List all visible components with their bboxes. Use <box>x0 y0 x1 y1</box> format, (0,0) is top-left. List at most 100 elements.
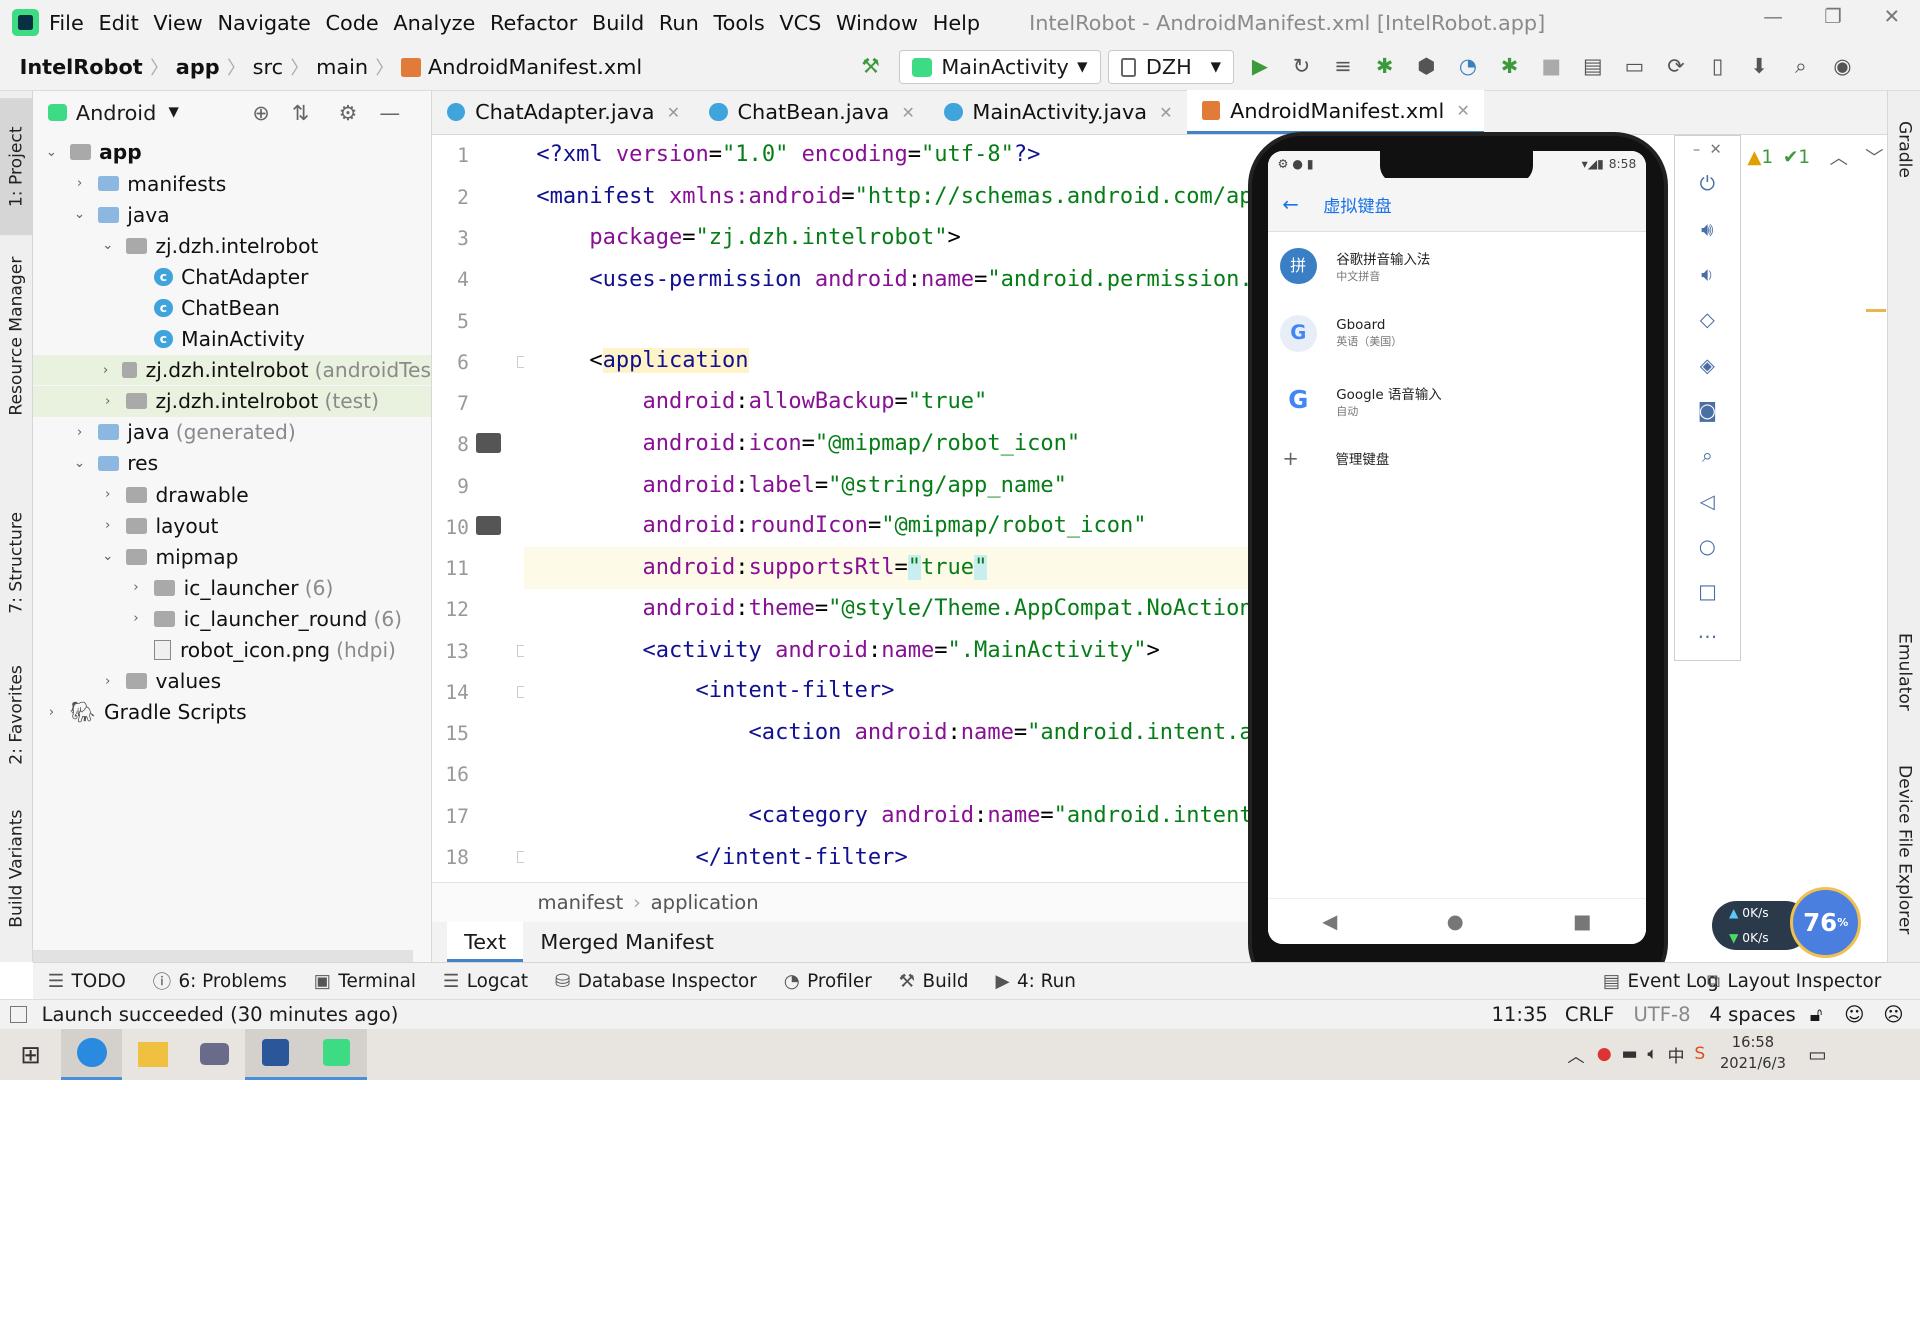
image-gutter-icon[interactable] <box>476 515 501 536</box>
tool-layout-inspector[interactable]: ⧉ Layout Inspector <box>1707 971 1881 992</box>
tray-app-icon[interactable]: ● <box>1597 1044 1612 1064</box>
tray-expand-icon[interactable]: ︿ <box>1567 1042 1584 1067</box>
volume-up-icon[interactable]: 🔊︎ <box>1675 218 1740 241</box>
run-config-select[interactable]: MainActivity ▼ <box>898 50 1101 85</box>
tab-merged-manifest[interactable]: Merged Manifest <box>523 930 731 954</box>
taskbar-app-camera[interactable] <box>184 1029 245 1080</box>
tree-node[interactable]: › ic_launcher_round (6) <box>33 604 431 635</box>
back-arrow-icon[interactable]: ← <box>1282 193 1298 216</box>
manage-keyboards-item[interactable]: + 管理键盘 <box>1268 440 1646 477</box>
nav-recents-icon[interactable]: ■ <box>1573 910 1592 933</box>
tree-node[interactable]: c ChatBean <box>33 293 431 324</box>
project-view-select[interactable]: Android <box>76 101 156 125</box>
smile-icon[interactable]: ☺ <box>1844 1003 1864 1026</box>
menu-help[interactable]: Help <box>933 11 980 35</box>
menu-code[interactable]: Code <box>325 11 378 35</box>
menu-edit[interactable]: Edit <box>98 11 138 35</box>
tab-emulator[interactable]: Emulator <box>1888 617 1920 727</box>
rotate-right-icon[interactable]: ◈ <box>1675 354 1740 377</box>
menu-analyze[interactable]: Analyze <box>393 11 475 35</box>
chevron-down-icon[interactable]: ⌄ <box>71 456 88 471</box>
chevron-down-icon[interactable]: ⌄ <box>99 238 116 253</box>
tool-database-inspector[interactable]: ⛁ Database Inspector <box>555 971 757 992</box>
scroll-marker[interactable] <box>1866 308 1886 313</box>
menu-build[interactable]: Build <box>592 11 644 35</box>
locate-icon[interactable]: ⊕ <box>252 101 269 125</box>
attach-debugger-icon[interactable]: ⬢ <box>1410 51 1442 83</box>
sad-icon[interactable]: ☹ <box>1883 1003 1903 1026</box>
hammer-icon[interactable]: ⚒ <box>855 51 887 83</box>
chevron-right-icon[interactable]: › <box>99 674 116 689</box>
tab-project[interactable]: 1: Project <box>0 97 34 236</box>
tool-profiler[interactable]: ◔ Profiler <box>784 971 872 992</box>
tab-androidmanifest[interactable]: AndroidManifest.xml ✕ <box>1187 90 1485 135</box>
menu-run[interactable]: Run <box>659 11 699 35</box>
breadcrumb-application[interactable]: application <box>651 891 759 914</box>
tree-node[interactable]: › 🐘︎ Gradle Scripts <box>33 697 431 728</box>
tab-favorites[interactable]: 2: Favorites <box>0 648 33 783</box>
close-tab-icon[interactable]: ✕ <box>1456 101 1469 120</box>
rotate-left-icon[interactable]: ◇ <box>1675 308 1740 331</box>
tab-gradle[interactable]: Gradle <box>1888 100 1920 198</box>
tree-node[interactable]: ⌄ zj.dzh.intelrobot <box>33 230 431 261</box>
taskbar-app-android-studio[interactable] <box>306 1028 368 1080</box>
gear-icon[interactable]: ⚙ <box>339 101 358 125</box>
taskbar-app-word[interactable] <box>244 1028 307 1080</box>
back-icon[interactable]: ◁ <box>1675 490 1740 513</box>
minimize-icon[interactable]: — <box>1755 5 1792 37</box>
tree-node[interactable]: › values <box>33 666 431 697</box>
tree-node[interactable]: ⌄ java <box>33 199 431 230</box>
tab-structure[interactable]: 7: Structure <box>0 495 33 630</box>
menu-window[interactable]: Window <box>836 11 918 35</box>
breadcrumb-file[interactable]: AndroidManifest.xml <box>428 55 642 79</box>
debug-icon[interactable]: ✱ <box>1369 51 1401 83</box>
list-item[interactable]: 拼 谷歌拼音输入法 中文拼音 <box>1268 234 1646 298</box>
tab-mainactivity[interactable]: MainActivity.java ✕ <box>930 90 1188 134</box>
chevron-right-icon[interactable]: › <box>127 580 144 595</box>
hide-icon[interactable]: — <box>379 101 400 125</box>
more-icon[interactable]: ⋯ <box>1675 625 1740 648</box>
chevron-right-icon[interactable]: › <box>99 363 112 378</box>
camera-icon[interactable]: ◙ <box>1675 399 1740 422</box>
prev-highlight-icon[interactable]: ︿ <box>1830 144 1848 170</box>
tree-node[interactable]: › manifests <box>33 168 431 199</box>
lock-icon[interactable]: 🔓︎ <box>1810 1003 1823 1026</box>
code-editor[interactable]: <?xml version="1.0" encoding="utf-8"?> <… <box>524 134 1272 882</box>
avd-manager-icon[interactable]: ▭ <box>1618 51 1650 83</box>
power-icon[interactable]: ⏻ <box>1675 172 1740 195</box>
menu-file[interactable]: File <box>49 11 84 35</box>
tab-build-variants[interactable]: Build Variants <box>0 801 33 936</box>
sdk-manager-icon[interactable]: ⬇ <box>1743 51 1775 83</box>
tree-node[interactable]: › layout <box>33 510 431 541</box>
network-speed-widget[interactable]: ▲ 0K/s ▼ 0K/s 76% <box>1711 884 1869 960</box>
zoom-icon[interactable]: ⌕ <box>1675 444 1740 467</box>
stop-icon[interactable]: ■ <box>1535 51 1567 83</box>
inspection-widget[interactable]: ▲ 1 ✔ 1 ︿ ﹀ <box>1747 144 1883 170</box>
tab-chatadapter[interactable]: ChatAdapter.java ✕ <box>432 90 694 134</box>
nav-back-icon[interactable]: ◀ <box>1322 910 1337 933</box>
tool-terminal[interactable]: ▣ Terminal <box>314 971 416 992</box>
emulator-window-controls[interactable]: – ✕ <box>1675 141 1740 158</box>
tree-node[interactable]: c MainActivity <box>33 324 431 355</box>
user-icon[interactable]: ◉ <box>1827 51 1859 83</box>
volume-icon[interactable]: 🔈︎ <box>1647 1044 1657 1064</box>
close-icon[interactable]: ✕ <box>1873 5 1910 37</box>
maximize-icon[interactable]: ❐ <box>1815 5 1852 37</box>
next-highlight-icon[interactable]: ﹀ <box>1865 144 1883 170</box>
tool-build[interactable]: ⚒ Build <box>899 971 969 992</box>
tree-node[interactable]: ⌄ res <box>33 448 431 479</box>
menu-tools[interactable]: Tools <box>713 11 764 35</box>
toggle-tool-windows-icon[interactable] <box>9 1005 27 1023</box>
breadcrumb-src[interactable]: src <box>253 55 283 79</box>
line-separator[interactable]: CRLF <box>1565 1003 1614 1026</box>
overview-icon[interactable]: □ <box>1675 580 1740 603</box>
debug-attach-icon[interactable]: ✱ <box>1494 51 1526 83</box>
tree-node[interactable]: ⌄ app <box>33 137 431 168</box>
tool-problems[interactable]: ⓘ 6: Problems <box>153 968 287 994</box>
menu-refactor[interactable]: Refactor <box>490 11 577 35</box>
list-item[interactable]: G Gboard 英语（美国） <box>1268 302 1646 366</box>
breadcrumb-manifest[interactable]: manifest <box>538 891 624 914</box>
tool-event-log[interactable]: ▤ Event Log <box>1603 971 1719 992</box>
chevron-down-icon[interactable]: ⌄ <box>99 549 116 564</box>
chevron-down-icon[interactable]: ▼ <box>169 105 179 120</box>
